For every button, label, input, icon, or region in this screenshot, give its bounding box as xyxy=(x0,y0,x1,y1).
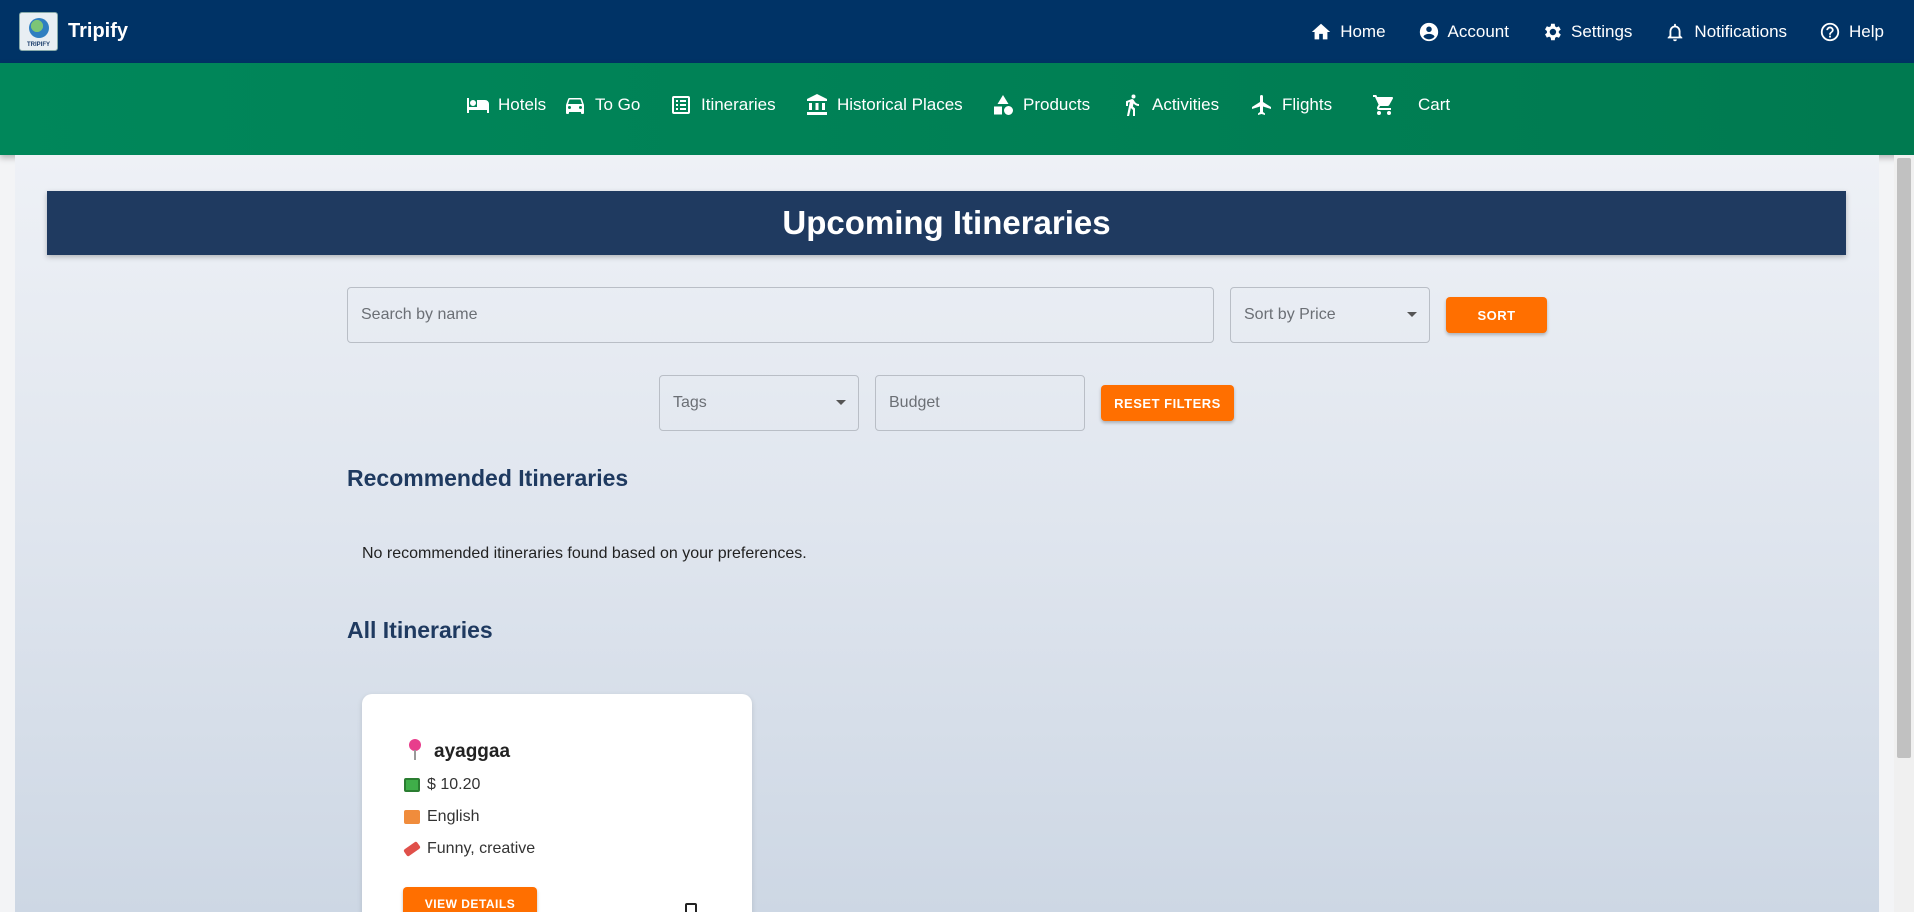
language-icon xyxy=(404,810,420,824)
budget-input[interactable]: Budget xyxy=(875,375,1085,431)
nav-home-label: Home xyxy=(1340,21,1386,41)
nav-itineraries[interactable]: Itineraries xyxy=(669,63,776,147)
nav-flights[interactable]: Flights xyxy=(1250,63,1332,147)
museum-icon xyxy=(807,94,827,115)
car-icon xyxy=(566,98,584,114)
nav-itineraries-label: Itineraries xyxy=(701,95,776,114)
home-icon xyxy=(1312,23,1331,39)
top-app-bar: TRIPIFY Tripify Home Account Settings No… xyxy=(0,0,1914,63)
sort-select-value: Sort by Price xyxy=(1244,306,1336,323)
sort-select[interactable]: Sort by Price xyxy=(1230,287,1430,343)
airplane-icon xyxy=(1252,95,1271,115)
nav-help-label: Help xyxy=(1849,21,1884,41)
money-icon xyxy=(404,778,420,792)
shapes-icon xyxy=(994,95,1013,115)
bookmark-icon[interactable] xyxy=(685,903,697,912)
search-placeholder: Search by name xyxy=(361,306,478,323)
reset-filters-button[interactable]: RESET FILTERS xyxy=(1101,385,1234,421)
nav-notifications-label: Notifications xyxy=(1694,21,1788,41)
nav-settings-label: Settings xyxy=(1570,21,1633,41)
nav-hotels-label: Hotels xyxy=(498,95,547,114)
itinerary-name: ayaggaa xyxy=(434,741,511,762)
nav-settings[interactable]: Settings xyxy=(1541,21,1632,43)
nav-help[interactable]: Help xyxy=(1819,21,1884,43)
nav-flights-label: Flights xyxy=(1282,95,1333,114)
nav-products[interactable]: Products xyxy=(991,63,1090,147)
sort-button[interactable]: SORT xyxy=(1446,297,1547,333)
nav-hotels[interactable]: Hotels xyxy=(466,63,546,147)
page-title: Upcoming Itineraries xyxy=(47,191,1846,255)
list-icon xyxy=(672,96,690,114)
scrollbar-thumb[interactable] xyxy=(1897,158,1911,758)
top-nav: Home Account Settings Notifications Help xyxy=(1278,0,1884,63)
logo-text: TRIPIFY xyxy=(26,42,50,48)
bed-icon xyxy=(467,98,489,113)
itinerary-tags: Funny, creative xyxy=(427,840,536,857)
help-circle-icon xyxy=(1820,22,1840,41)
tags-select[interactable]: Tags xyxy=(659,375,859,431)
chevron-down-icon xyxy=(1407,312,1417,317)
itinerary-language: English xyxy=(427,808,480,825)
recommended-empty-message: No recommended itineraries found based o… xyxy=(362,545,807,562)
recommended-heading: Recommended Itineraries xyxy=(347,465,629,491)
globe-icon xyxy=(29,18,49,38)
tag-icon xyxy=(403,841,421,857)
nav-activities[interactable]: Activities xyxy=(1120,63,1219,147)
bell-icon xyxy=(1668,23,1683,41)
app-logo: TRIPIFY xyxy=(19,12,58,51)
itinerary-price-row: $ 10.20 xyxy=(404,776,480,794)
tags-select-value: Tags xyxy=(673,394,707,411)
nav-cart-label: Cart xyxy=(1418,95,1451,114)
running-icon xyxy=(1126,94,1139,116)
pin-icon xyxy=(408,739,422,763)
nav-notifications[interactable]: Notifications xyxy=(1664,21,1787,43)
cart-icon xyxy=(1373,95,1394,115)
all-itineraries-heading: All Itineraries xyxy=(347,617,493,643)
nav-home[interactable]: Home xyxy=(1310,21,1386,43)
nav-account-label: Account xyxy=(1447,21,1509,41)
budget-placeholder: Budget xyxy=(889,394,940,411)
itinerary-card[interactable]: ayaggaa $ 10.20 English Funny, creative … xyxy=(362,694,752,912)
nav-historical-places-label: Historical Places xyxy=(837,95,963,114)
nav-products-label: Products xyxy=(1023,95,1091,114)
nav-account[interactable]: Account xyxy=(1418,21,1509,43)
brand[interactable]: TRIPIFY Tripify xyxy=(19,12,128,51)
itinerary-language-row: English xyxy=(404,808,479,826)
app-name: Tripify xyxy=(68,20,129,42)
nav-historical-places[interactable]: Historical Places xyxy=(805,63,963,147)
itinerary-price: $ 10.20 xyxy=(427,776,481,793)
main-nav: Hotels To Go Itineraries Historical Plac… xyxy=(0,63,1914,155)
nav-cart[interactable]: Cart xyxy=(1372,63,1450,147)
account-circle-icon xyxy=(1419,22,1438,41)
itinerary-tags-row: Funny, creative xyxy=(403,840,536,858)
gear-icon xyxy=(1545,23,1561,40)
search-input[interactable]: Search by name xyxy=(347,287,1214,343)
nav-activities-label: Activities xyxy=(1152,95,1220,114)
nav-to-go-label: To Go xyxy=(595,95,641,114)
view-details-button[interactable]: VIEW DETAILS xyxy=(403,887,537,912)
chevron-down-icon xyxy=(836,400,846,405)
nav-to-go[interactable]: To Go xyxy=(563,63,640,147)
vertical-scrollbar[interactable] xyxy=(1894,155,1914,912)
content-area xyxy=(15,155,1879,912)
